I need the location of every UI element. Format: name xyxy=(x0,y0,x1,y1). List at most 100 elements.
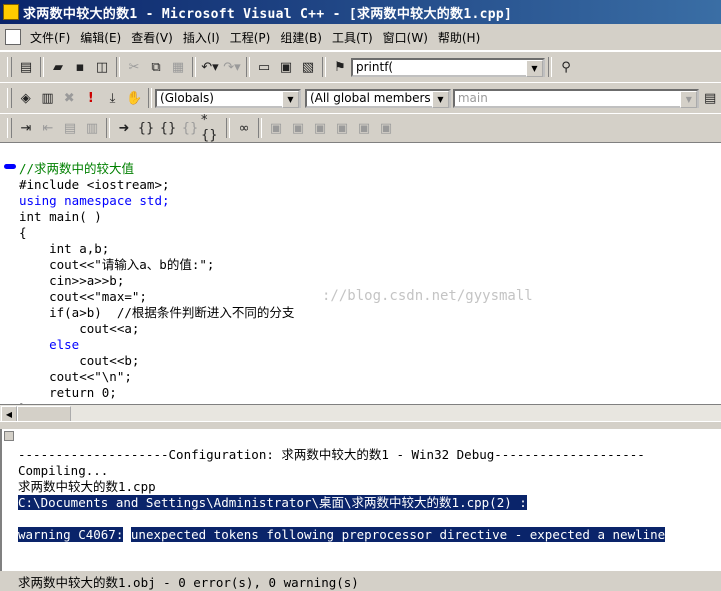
code-line: if(a>b) //根据条件判断进入不同的分支 xyxy=(19,305,295,320)
paste-icon[interactable]: ▦ xyxy=(167,56,189,78)
current-line-marker-icon xyxy=(4,164,16,169)
open-folder-icon[interactable]: ▰ xyxy=(47,56,69,78)
run-to-cursor-icon[interactable]: *{} xyxy=(201,113,223,143)
chevron-down-icon[interactable]: ▼ xyxy=(680,90,698,108)
build-icon[interactable]: ▥ xyxy=(37,87,59,109)
call-stack-icon[interactable]: ▣ xyxy=(353,117,375,139)
toolbar-grip[interactable] xyxy=(7,118,12,138)
output-config-line: --------------------Configuration: 求两数中较… xyxy=(18,447,645,462)
redo-icon[interactable]: ↷▾ xyxy=(221,56,243,78)
output-compiling: Compiling... xyxy=(18,463,109,478)
menu-help[interactable]: 帮助(H) xyxy=(433,29,485,46)
code-line: cout<<"max="; xyxy=(19,289,147,304)
breakpoint-hand-icon[interactable]: ✋ xyxy=(123,87,145,109)
step-over-icon[interactable]: {} xyxy=(157,117,179,139)
code-text[interactable]: //求两数中的较大值 #include <iostream>; using na… xyxy=(19,145,294,417)
show-next-statement-icon[interactable]: ➜ xyxy=(113,117,135,139)
find-icon[interactable]: ⚲ xyxy=(555,56,577,78)
function-combo[interactable]: main ▼ xyxy=(452,88,700,108)
workspace-icon[interactable]: ▭ xyxy=(253,56,275,78)
wizardbar-toolbar: ◈ ▥ ✖ ! ⤓ ✋ (Globals) ▼ (All global memb… xyxy=(0,82,721,114)
go-icon[interactable]: ⤓ xyxy=(102,87,124,109)
code-line: cin>>a>>b; xyxy=(19,273,125,288)
output-warning-message[interactable]: unexpected tokens following preprocessor… xyxy=(130,527,666,542)
indent-icon[interactable]: ⇥ xyxy=(15,117,37,139)
code-line: { xyxy=(19,225,27,240)
members-combo-value: (All global members xyxy=(309,91,431,105)
find-combo[interactable]: printf( ▼ xyxy=(351,57,545,77)
editor-horizontal-scrollbar[interactable]: ◀ xyxy=(0,404,721,422)
stop-build-icon[interactable]: ✖ xyxy=(58,87,80,109)
compile-icon[interactable]: ◈ xyxy=(15,87,37,109)
menu-bar: 文件(F) 编辑(E) 查看(V) 插入(I) 工程(P) 组建(B) 工具(T… xyxy=(0,24,721,51)
class-combo[interactable]: (Globals) ▼ xyxy=(155,88,301,108)
quickwatch-icon[interactable]: ∞ xyxy=(233,117,255,139)
window-list-icon[interactable]: ▧ xyxy=(297,56,319,78)
toolbar-separator xyxy=(192,57,196,77)
output-text[interactable]: --------------------Configuration: 求两数中较… xyxy=(18,431,666,591)
variables-window-icon[interactable]: ▣ xyxy=(287,117,309,139)
code-line: cout<<a; xyxy=(19,321,140,336)
code-line: int a,b; xyxy=(19,241,110,256)
code-line: //求两数中的较大值 xyxy=(19,161,135,176)
document-icon[interactable] xyxy=(5,29,21,45)
find-in-files-icon[interactable]: ⚑ xyxy=(329,56,351,78)
menu-tools[interactable]: 工具(T) xyxy=(327,29,378,46)
menu-window[interactable]: 窗口(W) xyxy=(378,29,433,46)
toolbar-separator xyxy=(226,118,230,138)
step-out-icon[interactable]: {} xyxy=(179,117,201,139)
cut-icon[interactable]: ✂ xyxy=(123,56,145,78)
toolbar-separator xyxy=(40,57,44,77)
memory-window-icon[interactable]: ▣ xyxy=(331,117,353,139)
code-line: using namespace std; xyxy=(19,193,170,208)
disassembly-icon[interactable]: ▣ xyxy=(375,117,397,139)
members-combo[interactable]: (All global members ▼ xyxy=(304,88,451,108)
toolbar-grip[interactable] xyxy=(7,57,12,77)
toolbar-separator xyxy=(322,57,326,77)
standard-toolbar: ▤ ▰ ▪ ◫ ✂ ⧉ ▦ ↶▾ ↷▾ ▭ ▣ ▧ ⚑ printf( ▼ ⚲ xyxy=(0,51,721,83)
chevron-down-icon[interactable]: ▼ xyxy=(526,59,543,77)
code-line: int main( ) xyxy=(19,209,102,224)
output-pane[interactable]: --------------------Configuration: 求两数中较… xyxy=(0,429,721,590)
uncomment-icon[interactable]: ▥ xyxy=(81,117,103,139)
window-title: 求两数中较大的数1 - Microsoft Visual C++ - [求两数中… xyxy=(23,6,513,22)
menu-insert[interactable]: 插入(I) xyxy=(178,29,225,46)
app-icon[interactable] xyxy=(3,4,19,20)
code-line: cout<<b; xyxy=(19,353,140,368)
find-combo-value: printf( xyxy=(356,60,394,74)
chevron-down-icon[interactable]: ▼ xyxy=(431,90,449,108)
save-all-icon[interactable]: ◫ xyxy=(91,56,113,78)
chevron-down-icon[interactable]: ▼ xyxy=(282,90,299,108)
scroll-left-icon[interactable]: ◀ xyxy=(1,406,17,422)
save-icon[interactable]: ▪ xyxy=(69,56,91,78)
menu-edit[interactable]: 编辑(E) xyxy=(75,29,126,46)
scrollbar-thumb[interactable] xyxy=(17,406,71,422)
execute-icon[interactable]: ! xyxy=(80,87,102,109)
menu-project[interactable]: 工程(P) xyxy=(225,29,276,46)
watermark-text: ://blog.csdn.net/gyysmall xyxy=(322,288,533,304)
wizard-action-icon[interactable]: ▤ xyxy=(699,87,721,109)
toolbar-separator xyxy=(116,57,120,77)
code-line: cout<<"请输入a、b的值:"; xyxy=(19,257,215,272)
output-error-path[interactable]: C:\Documents and Settings\Administrator\… xyxy=(18,495,527,510)
code-line: else xyxy=(19,337,80,352)
new-text-file-icon[interactable]: ▤ xyxy=(15,56,37,78)
output-warning-code[interactable]: warning C4067: xyxy=(18,527,124,542)
output-window-icon[interactable]: ▣ xyxy=(275,56,297,78)
undo-icon[interactable]: ↶▾ xyxy=(199,56,221,78)
copy-icon[interactable]: ⧉ xyxy=(145,56,167,78)
outdent-icon[interactable]: ⇤ xyxy=(37,117,59,139)
step-into-icon[interactable]: {} xyxy=(135,117,157,139)
registers-window-icon[interactable]: ▣ xyxy=(309,117,331,139)
watch-window-icon[interactable]: ▣ xyxy=(265,117,287,139)
menu-file[interactable]: 文件(F) xyxy=(25,29,75,46)
output-file: 求两数中较大的数1.cpp xyxy=(18,479,156,494)
code-line: cout<<"\n"; xyxy=(19,369,132,384)
code-line: #include <iostream>; xyxy=(19,177,170,192)
code-editor[interactable]: ://blog.csdn.net/gyysmall //求两数中的较大值 #in… xyxy=(0,142,721,416)
output-pane-grip-icon[interactable] xyxy=(4,431,14,441)
toolbar-grip[interactable] xyxy=(7,88,12,108)
menu-view[interactable]: 查看(V) xyxy=(126,29,178,46)
menu-build[interactable]: 组建(B) xyxy=(275,29,327,46)
comment-icon[interactable]: ▤ xyxy=(59,117,81,139)
